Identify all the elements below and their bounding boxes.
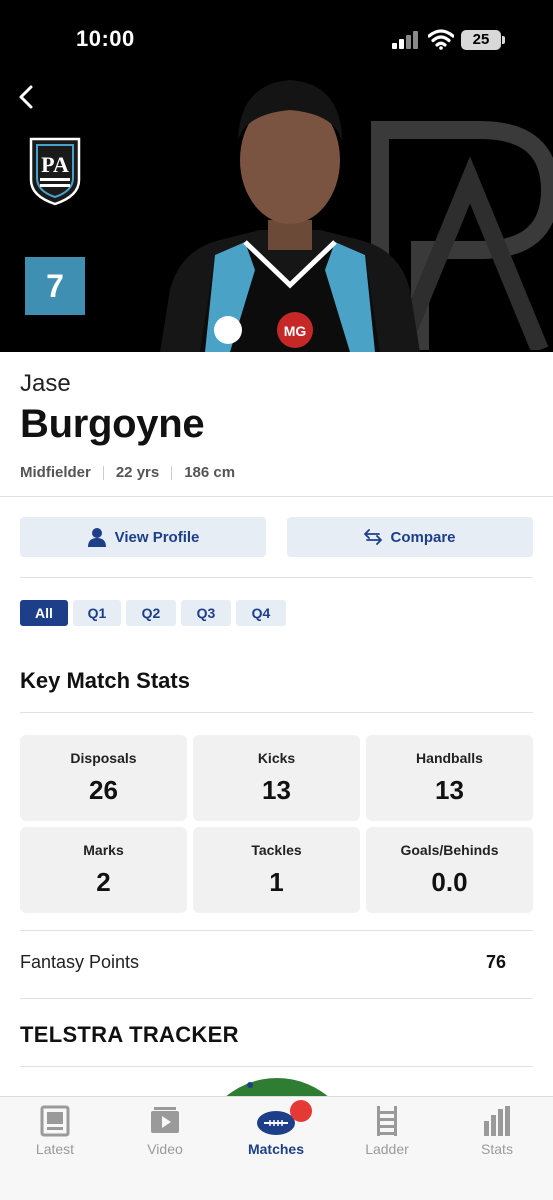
nav-label: Matches	[247, 1141, 305, 1157]
divider	[0, 496, 553, 497]
nav-ladder[interactable]: Ladder	[332, 1097, 442, 1167]
ladder-icon	[377, 1106, 397, 1136]
stat-value: 0.0	[431, 867, 468, 897]
stats-icon	[484, 1106, 510, 1136]
compare-button[interactable]: Compare	[287, 517, 533, 557]
cellular-signal-icon	[392, 31, 420, 49]
bottom-navigation: Latest Video Matches Ladder Stats	[0, 1096, 553, 1200]
tab-all[interactable]: All	[20, 600, 68, 626]
stat-value: 13	[435, 775, 464, 805]
nav-label: Video	[147, 1141, 183, 1157]
status-time: 10:00	[76, 26, 135, 51]
fantasy-points-value: 76	[485, 952, 506, 972]
swap-arrows-icon	[364, 529, 383, 545]
divider	[20, 930, 533, 931]
back-chevron-icon[interactable]	[12, 82, 40, 112]
player-first-name: Jase	[20, 370, 71, 397]
nav-label: Stats	[481, 1141, 513, 1157]
tab-q1[interactable]: Q1	[73, 600, 121, 626]
stat-card-goals-behinds: Goals/Behinds 0.0	[366, 827, 533, 913]
divider	[20, 577, 533, 578]
telstra-tracker-title: TELSTRA TRACKER	[20, 1022, 239, 1047]
player-height: 186 cm	[184, 464, 236, 481]
person-icon	[87, 528, 106, 547]
player-last-name: Burgoyne	[20, 402, 205, 446]
nav-video[interactable]: Video	[110, 1097, 220, 1167]
tracker-field-preview	[224, 1078, 330, 1098]
nav-label: Ladder	[365, 1141, 409, 1157]
stat-label: Tackles	[251, 842, 302, 858]
stat-card-disposals: Disposals 26	[20, 735, 187, 821]
stat-value: 2	[96, 867, 111, 897]
view-profile-button[interactable]: View Profile	[20, 517, 266, 557]
player-position: Midfielder	[20, 464, 91, 481]
divider	[20, 998, 533, 999]
nav-stats[interactable]: Stats	[442, 1097, 552, 1167]
player-meta: Midfielder 22 yrs 186 cm	[20, 464, 235, 481]
nav-label: Latest	[35, 1141, 75, 1157]
stat-card-marks: Marks 2	[20, 827, 187, 913]
stat-value: 1	[269, 867, 284, 897]
key-match-stats-title: Key Match Stats	[20, 668, 190, 693]
news-icon	[40, 1105, 70, 1137]
stat-label: Marks	[83, 842, 124, 858]
fantasy-points-label: Fantasy Points	[20, 952, 140, 972]
stat-card-kicks: Kicks 13	[193, 735, 360, 821]
view-profile-label: View Profile	[114, 528, 200, 546]
stat-card-tackles: Tackles 1	[193, 827, 360, 913]
stat-label: Disposals	[70, 750, 137, 766]
divider	[20, 712, 533, 713]
status-bar: 10:00 25	[0, 0, 553, 80]
stat-value: 26	[89, 775, 118, 805]
nav-latest[interactable]: Latest	[0, 1097, 110, 1167]
battery-icon: 25	[461, 30, 501, 50]
jersey-number-badge: 7	[25, 257, 85, 315]
stat-label: Goals/Behinds	[400, 842, 499, 858]
tab-q4[interactable]: Q4	[236, 600, 286, 626]
notification-dot	[290, 1100, 312, 1122]
wifi-icon	[428, 29, 454, 50]
nav-matches[interactable]: Matches	[221, 1097, 331, 1167]
video-icon	[151, 1107, 179, 1133]
compare-label: Compare	[390, 528, 456, 546]
tab-q2[interactable]: Q2	[126, 600, 176, 626]
tab-q3[interactable]: Q3	[181, 600, 231, 626]
player-photo: MG	[160, 80, 420, 352]
club-logo: PA	[29, 137, 81, 206]
stat-card-handballs: Handballs 13	[366, 735, 533, 821]
divider	[20, 1066, 533, 1067]
svg-text:PA: PA	[41, 152, 69, 177]
stat-value: 13	[262, 775, 291, 805]
stat-label: Kicks	[257, 750, 296, 766]
stat-label: Handballs	[416, 750, 483, 766]
svg-text:MG: MG	[284, 323, 307, 339]
player-age: 22 yrs	[115, 464, 160, 481]
battery-level: 25	[472, 31, 490, 48]
